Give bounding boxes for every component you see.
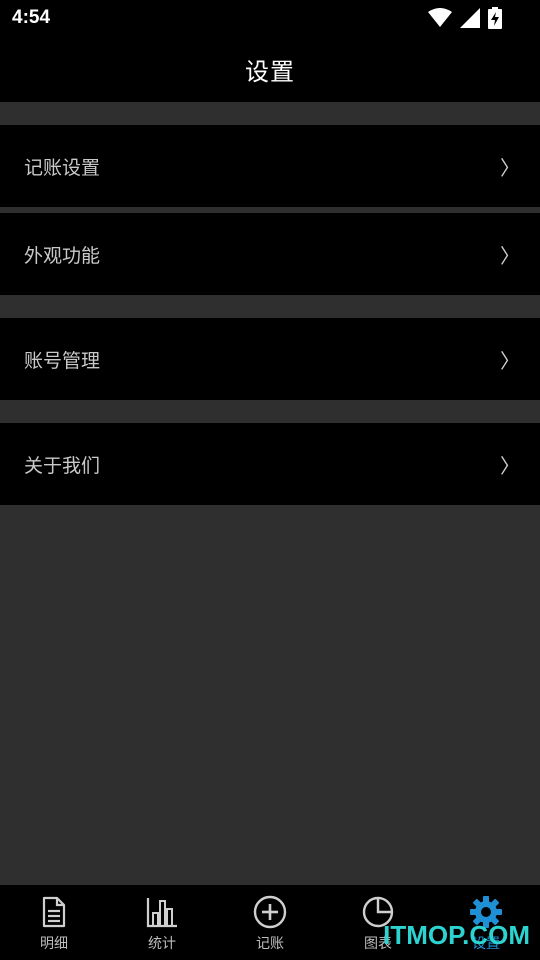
chevron-right-icon: 〉 [500, 348, 520, 373]
app-bar: 设置 [0, 36, 540, 102]
nav-item-record[interactable]: 记账 [216, 885, 324, 960]
settings-item-label: 外观功能 [24, 244, 101, 267]
settings-item-label: 记账设置 [24, 156, 101, 179]
nav-label: 记账 [256, 936, 284, 952]
settings-item-bookkeeping[interactable]: 记账设置 〉 [0, 125, 540, 207]
battery-charging-icon [488, 7, 502, 29]
nav-item-stats[interactable]: 统计 [108, 885, 216, 960]
cell-signal-icon [460, 8, 480, 28]
settings-item-about[interactable]: 关于我们 〉 [0, 423, 540, 505]
document-icon [42, 896, 66, 928]
status-bar: 4:54 [0, 0, 540, 36]
settings-item-label: 关于我们 [24, 454, 101, 477]
nav-label: 设置 [472, 936, 500, 952]
wifi-icon [428, 8, 452, 27]
settings-item-appearance[interactable]: 外观功能 〉 [0, 213, 540, 295]
bar-chart-icon [146, 898, 177, 928]
pie-chart-icon [362, 896, 394, 928]
nav-label: 明细 [40, 936, 68, 952]
bottom-nav: 明细 统计 记账 图表 设置 [0, 885, 540, 960]
page-title: 设置 [245, 57, 295, 86]
settings-item-account[interactable]: 账号管理 〉 [0, 318, 540, 400]
nav-item-charts[interactable]: 图表 [324, 885, 432, 960]
chevron-right-icon: 〉 [500, 155, 520, 180]
gear-icon [470, 896, 502, 928]
status-icons [428, 7, 502, 29]
plus-circle-icon [253, 895, 287, 929]
settings-item-label: 账号管理 [24, 349, 101, 372]
chevron-right-icon: 〉 [500, 243, 520, 268]
nav-label: 统计 [148, 936, 176, 952]
chevron-right-icon: 〉 [500, 453, 520, 478]
nav-item-details[interactable]: 明细 [0, 885, 108, 960]
status-time: 4:54 [12, 7, 51, 28]
nav-item-settings[interactable]: 设置 [432, 885, 540, 960]
nav-label: 图表 [364, 936, 392, 952]
